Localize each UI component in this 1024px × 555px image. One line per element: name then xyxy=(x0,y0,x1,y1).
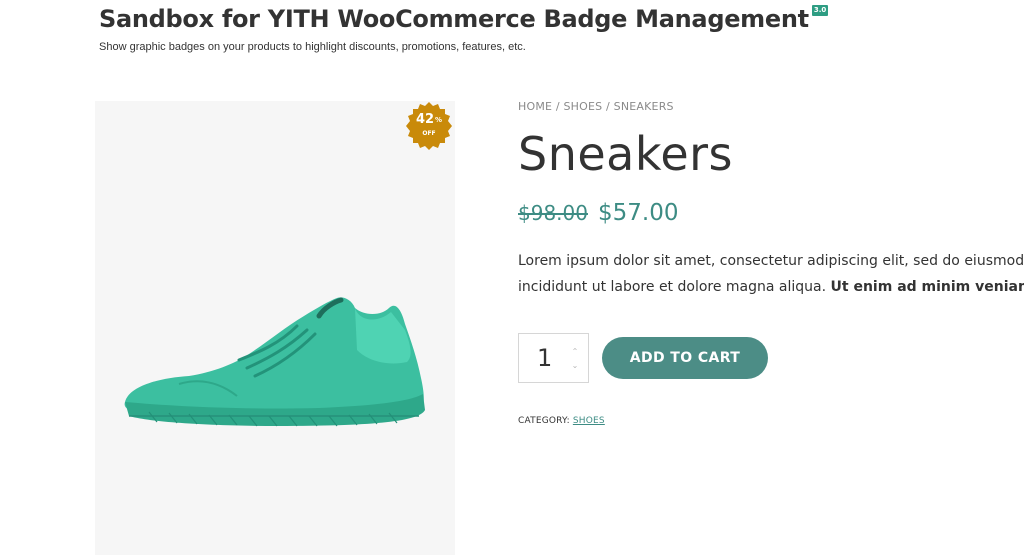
site-tagline: Show graphic badges on your products to … xyxy=(99,41,526,53)
quantity-increase-icon[interactable]: ⌃ xyxy=(570,347,580,357)
quantity-value[interactable]: 1 xyxy=(537,344,552,372)
quantity-decrease-icon[interactable]: ⌄ xyxy=(570,361,580,371)
badge-percent: 42% xyxy=(404,113,454,127)
sale-badge: 42% OFF xyxy=(404,101,454,151)
breadcrumb-home[interactable]: HOME xyxy=(518,100,552,113)
description-line-2: incididunt ut labore et dolore magna ali… xyxy=(518,274,1024,300)
site-title[interactable]: Sandbox for YITH WooCommerce Badge Manag… xyxy=(99,4,809,34)
breadcrumb-current: SNEAKERS xyxy=(613,100,674,113)
version-badge: 3.0 xyxy=(811,5,829,16)
add-to-cart-button[interactable]: ADD TO CART xyxy=(602,337,768,379)
breadcrumb-shoes[interactable]: SHOES xyxy=(563,100,602,113)
badge-percent-symbol: % xyxy=(435,116,443,124)
description-bold-text: Ut enim ad minim veniam, xyxy=(830,279,1024,295)
sale-price: $57.00 xyxy=(597,200,679,226)
site-title-row: Sandbox for YITH WooCommerce Badge Manag… xyxy=(99,4,829,34)
category-label: CATEGORY: xyxy=(518,416,570,426)
product-meta: CATEGORY: SHOES xyxy=(518,416,605,426)
product-gallery[interactable]: 42% OFF xyxy=(95,101,455,555)
old-price: $98.00 xyxy=(518,201,588,225)
add-to-cart-form: 1 ⌃ ⌄ ADD TO CART xyxy=(518,333,768,383)
product-title: Sneakers xyxy=(518,127,734,181)
sneaker-image xyxy=(124,297,425,427)
badge-off-label: OFF xyxy=(422,130,436,137)
price: $98.00 $57.00 xyxy=(518,200,1024,226)
breadcrumb-separator: / xyxy=(552,100,564,113)
product-summary: HOME / SHOES / SNEAKERS Sneakers $98.00 … xyxy=(518,100,1024,300)
badge-percent-value: 42 xyxy=(415,112,435,127)
category-link[interactable]: SHOES xyxy=(573,416,605,426)
site-header: Sandbox for YITH WooCommerce Badge Manag… xyxy=(99,4,829,53)
breadcrumb-separator: / xyxy=(602,100,614,113)
description-text: incididunt ut labore et dolore magna ali… xyxy=(518,279,831,295)
product-description: Lorem ipsum dolor sit amet, consectetur … xyxy=(518,248,1024,300)
quantity-stepper[interactable]: 1 ⌃ ⌄ xyxy=(518,333,589,383)
description-line-1: Lorem ipsum dolor sit amet, consectetur … xyxy=(518,253,1024,269)
breadcrumb: HOME / SHOES / SNEAKERS xyxy=(518,100,1024,114)
